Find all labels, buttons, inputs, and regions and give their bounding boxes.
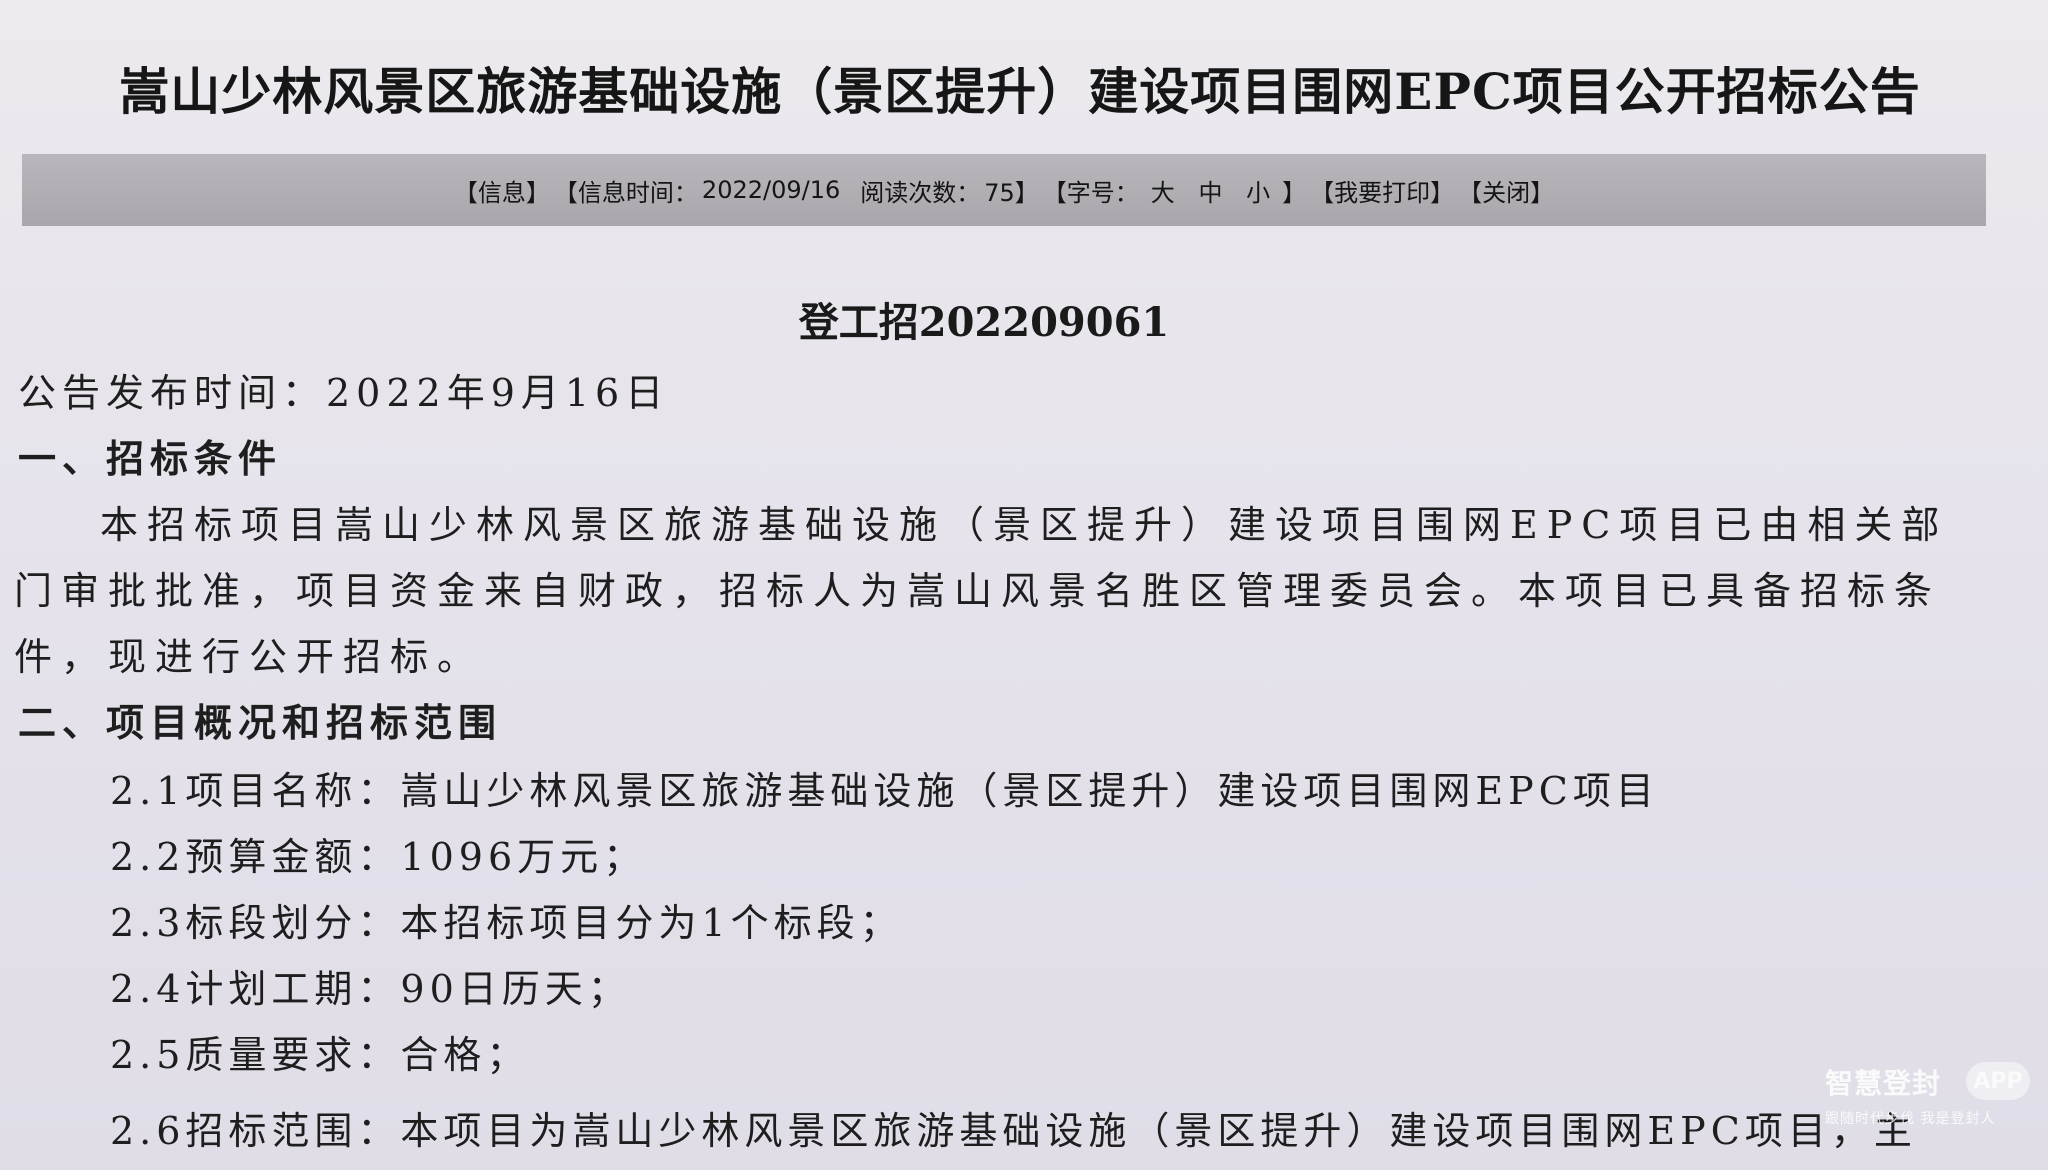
- read-count-value: 75】: [984, 178, 1039, 207]
- section2-heading: 二、项目概况和招标范围: [18, 700, 503, 745]
- close-link[interactable]: 【关闭】: [1458, 173, 1554, 208]
- read-count-label: 阅读次数：: [860, 178, 981, 207]
- info-time-label: 【信息时间：: [553, 178, 698, 207]
- section1-paragraph: 本招标项目嵩山少林风景区旅游基础设施（景区提升）建设项目围网EPC项目已由相关部…: [14, 503, 1949, 679]
- announcement-page: 嵩山少林风景区旅游基础设施（景区提升）建设项目围网EPC项目公开招标公告 【信息…: [0, 0, 2048, 1170]
- font-size-medium-link[interactable]: 中: [1198, 179, 1222, 207]
- publish-time: 公告发布时间：2022年9月16日: [18, 371, 670, 415]
- app-badge: APP: [1966, 1062, 2030, 1100]
- document-number: 登工招202209061: [798, 299, 1170, 346]
- watermark-slogan: 跟随时代步伐 我是登封人: [1825, 1111, 1996, 1127]
- project-item: 2.6招标范围：本项目为嵩山少林风景区旅游基础设施（景区提升）建设项目围网EPC…: [110, 1109, 1917, 1153]
- info-time-value: 2022/09/16: [701, 176, 841, 204]
- font-size-label: 【字号：: [1042, 178, 1139, 207]
- font-size-large-link[interactable]: 大: [1151, 179, 1175, 207]
- font-size-small-link[interactable]: 小: [1246, 179, 1270, 207]
- watermark-logo: 智慧登封: [1825, 1067, 1942, 1100]
- font-size-options: 大 中 小: [1143, 173, 1278, 208]
- app-watermark: 智慧登封 APP 跟随时代步伐 我是登封人: [1825, 1062, 2030, 1136]
- info-label: 【信息】: [453, 178, 550, 207]
- print-link[interactable]: 【我要打印】: [1310, 173, 1454, 208]
- font-size-close: 】: [1282, 178, 1307, 207]
- project-item: 2.3标段划分：本招标项目分为1个标段；: [110, 901, 903, 945]
- section1-heading: 一、招标条件: [18, 436, 283, 481]
- project-item: 2.1项目名称：嵩山少林风景区旅游基础设施（景区提升）建设项目围网EPC项目: [110, 769, 1659, 813]
- project-item: 2.2预算金额：1096万元；: [110, 835, 647, 879]
- page-title: 嵩山少林风景区旅游基础设施（景区提升）建设项目围网EPC项目公开招标公告: [119, 62, 1921, 121]
- project-item: 2.4计划工期：90日历天；: [110, 967, 631, 1011]
- project-item: 2.5质量要求：合格；: [110, 1033, 530, 1077]
- info-bar: 【信息】 【信息时间： 2022/09/16 阅读次数： 75】 【字号： 大 …: [22, 154, 1986, 226]
